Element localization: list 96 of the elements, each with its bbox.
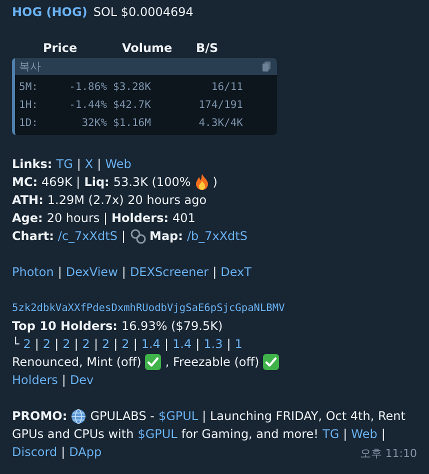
link[interactable]: DEXScreener bbox=[130, 265, 209, 279]
text: GPUs and CPUs with bbox=[12, 427, 134, 441]
text: | bbox=[122, 265, 126, 279]
link[interactable]: 2 bbox=[42, 337, 51, 351]
text: 401 bbox=[172, 211, 196, 225]
link-icon bbox=[130, 228, 146, 244]
field-label: Links: bbox=[12, 157, 52, 171]
fire-icon bbox=[194, 174, 209, 190]
link[interactable]: $GPUL bbox=[158, 409, 198, 423]
text: , Freezable (off) bbox=[165, 355, 260, 369]
field-label: Holders: bbox=[112, 211, 169, 225]
table-cell-text: 16/11 bbox=[210, 80, 243, 95]
text: | bbox=[226, 337, 231, 351]
link[interactable]: 2 bbox=[23, 337, 31, 351]
link[interactable]: 2 bbox=[62, 337, 70, 351]
text: GPULABS - bbox=[90, 409, 154, 423]
link[interactable]: /c_7xXdtS bbox=[58, 229, 118, 243]
text: | bbox=[381, 427, 386, 441]
message-timestamp: 오후 11:10 bbox=[360, 446, 417, 461]
field-label: PROMO: bbox=[12, 409, 68, 423]
link[interactable]: 2 bbox=[122, 337, 130, 351]
table-cell-text: $3.28K bbox=[113, 80, 152, 95]
link[interactable]: X bbox=[84, 157, 94, 171]
table-cell-text: 4.3K/4K bbox=[198, 116, 243, 131]
field-label: Top 10 Holders: bbox=[12, 319, 118, 333]
contract-address[interactable]: 5zk2dbkVaXXfPdesDxmhRUodbVjgSaE6pSjcGpaNLBMV bbox=[12, 302, 285, 314]
text: | bbox=[74, 337, 78, 351]
text: | bbox=[58, 265, 62, 279]
copy-icon[interactable] bbox=[262, 61, 271, 72]
table-cell-text: 174/191 bbox=[198, 98, 243, 113]
field-label: Age: bbox=[12, 211, 43, 225]
table-cell-text: -1.44% bbox=[68, 98, 107, 113]
table-cell-text: $42.7K bbox=[113, 98, 152, 113]
text: 53.3K (100% bbox=[113, 175, 191, 189]
table-cell-text: 1D: bbox=[19, 116, 39, 131]
column-header: Volume bbox=[122, 41, 174, 55]
text: for Gaming, and more! bbox=[181, 427, 318, 441]
token-price: SOL $0.0004694 bbox=[93, 5, 194, 19]
table-cell-text: $1.16M bbox=[113, 116, 152, 131]
link[interactable]: Holders bbox=[12, 373, 58, 387]
link[interactable]: /b_7xXdtS bbox=[186, 229, 248, 243]
text: | bbox=[54, 337, 59, 351]
link[interactable]: Dev bbox=[70, 373, 94, 387]
text: | bbox=[212, 265, 217, 279]
text: ) bbox=[212, 175, 218, 189]
link[interactable]: 1.4 bbox=[141, 337, 160, 351]
link[interactable]: Web bbox=[351, 427, 378, 441]
link[interactable]: TG bbox=[322, 427, 340, 441]
text: | bbox=[196, 337, 200, 351]
table-cell-text: 32K% bbox=[80, 116, 107, 131]
text: | bbox=[114, 337, 118, 351]
link[interactable]: 1.4 bbox=[172, 337, 192, 351]
check-icon bbox=[263, 354, 280, 370]
field-label: MC: bbox=[12, 175, 38, 189]
column-header: Price bbox=[43, 41, 78, 55]
token-name: HOG (HOG) bbox=[12, 5, 88, 19]
text: | bbox=[76, 157, 81, 171]
text: | bbox=[121, 229, 126, 243]
table-cell-text: 1H: bbox=[19, 98, 39, 113]
text: | bbox=[133, 337, 138, 351]
column-header: B/S bbox=[196, 41, 218, 55]
link[interactable]: $GPUL bbox=[138, 427, 178, 441]
text: Renounced, Mint (off) bbox=[12, 355, 142, 369]
link[interactable]: 2 bbox=[82, 337, 90, 351]
link[interactable]: DexView bbox=[66, 265, 118, 279]
text: | bbox=[97, 157, 102, 171]
code-language-label: 복사 bbox=[19, 59, 41, 74]
text: 20 hours | bbox=[46, 211, 108, 225]
text: | bbox=[62, 373, 66, 387]
link[interactable]: TG bbox=[56, 157, 73, 171]
table-cell-text: -1.86% bbox=[68, 80, 107, 95]
text: 1.29M (2.7x) 20 hours ago bbox=[47, 193, 207, 207]
text: | bbox=[61, 445, 66, 459]
text: | bbox=[164, 337, 168, 351]
globe-icon bbox=[71, 408, 86, 424]
field-label: ATH: bbox=[12, 193, 44, 207]
table-cell-text: 5M: bbox=[19, 80, 39, 95]
link[interactable]: 2 bbox=[102, 337, 110, 351]
text: 16.93% ($79.5K) bbox=[121, 319, 223, 333]
text: | bbox=[94, 337, 98, 351]
field-label: Liq: bbox=[84, 175, 110, 189]
link[interactable]: DexT bbox=[220, 265, 252, 279]
text: | bbox=[343, 427, 348, 441]
text: 469K | bbox=[42, 175, 80, 189]
link[interactable]: 1.3 bbox=[204, 337, 223, 351]
link[interactable]: 1 bbox=[234, 337, 242, 351]
link[interactable]: Discord bbox=[12, 445, 58, 459]
link[interactable]: DApp bbox=[69, 445, 102, 459]
text: | bbox=[34, 337, 39, 351]
link[interactable]: Photon bbox=[12, 265, 54, 279]
text: | Launching FRIDAY, Oct 4th, Rent bbox=[202, 409, 406, 423]
text: └ bbox=[12, 337, 20, 351]
check-icon bbox=[145, 354, 162, 370]
link[interactable]: Web bbox=[105, 157, 132, 171]
field-label: Map: bbox=[150, 229, 183, 243]
field-label: Chart: bbox=[12, 229, 54, 243]
